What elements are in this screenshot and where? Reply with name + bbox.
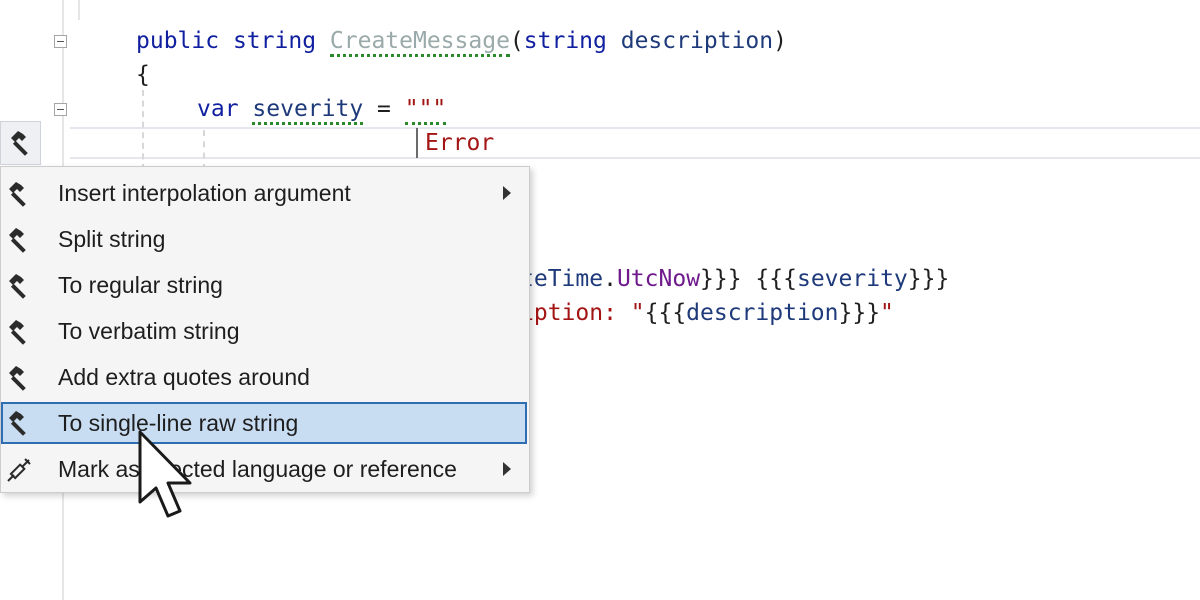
keyword: string — [232, 28, 317, 54]
menu-item-insert-interpolation-argument[interactable]: Insert interpolation argument — [1, 174, 527, 212]
menu-item-to-regular-string[interactable]: To regular string — [1, 266, 527, 304]
fold-collapse-icon[interactable] — [54, 35, 67, 48]
punctuation: }}} {{{ — [700, 266, 797, 292]
menu-item-label: To verbatim string — [58, 317, 240, 344]
hammer-icon — [9, 228, 26, 253]
mouse-cursor-icon — [138, 430, 192, 518]
punctuation: {{{ — [644, 300, 687, 326]
context-actions-button[interactable] — [0, 121, 41, 165]
keyword: public — [136, 28, 220, 54]
context-actions-menu: Insert interpolation argument Split stri… — [0, 166, 530, 493]
menu-item-label: To regular string — [58, 271, 223, 298]
indent-guide — [142, 90, 144, 170]
menu-item-label: Insert interpolation argument — [58, 179, 351, 206]
syringe-icon — [7, 458, 31, 482]
menu-item-label: Mark as injected language or reference — [58, 455, 457, 482]
variable-name: severity — [252, 96, 364, 125]
text-caret — [416, 128, 418, 158]
keyword: string — [523, 28, 607, 54]
menu-item-mark-as-injected-language[interactable]: Mark as injected language or reference — [1, 450, 527, 488]
hammer-icon — [9, 320, 26, 345]
hammer-icon — [9, 274, 26, 299]
punctuation: }}} — [838, 300, 881, 326]
menu-item-label: Split string — [58, 225, 166, 252]
hammer-icon — [9, 411, 26, 436]
punctuation: ) — [773, 28, 787, 54]
menu-item-split-string[interactable]: Split string — [1, 220, 527, 258]
method-name: CreateMessage — [329, 28, 510, 57]
code-line-3[interactable]: var severity = """ — [197, 92, 447, 126]
hammer-icon — [10, 131, 28, 156]
punctuation: }}} — [907, 266, 950, 292]
keyword: var — [197, 96, 239, 122]
menu-item-add-extra-quotes-around[interactable]: Add extra quotes around — [1, 358, 527, 396]
code-line-5[interactable]: teTime.UtcNow}}} {{{severity}}} — [520, 262, 949, 296]
fold-collapse-icon[interactable] — [54, 103, 67, 116]
current-line-highlight — [70, 127, 1200, 159]
punctuation: . — [603, 266, 617, 292]
menu-item-label: Add extra quotes around — [58, 363, 310, 390]
variable-name: severity — [796, 266, 908, 292]
brace: { — [136, 62, 150, 88]
gutter-divider — [78, 0, 80, 20]
variable-name: description — [686, 300, 839, 326]
indent-guide — [203, 130, 205, 170]
punctuation: ( — [509, 28, 524, 54]
type-name: teTime — [520, 266, 604, 292]
string-literal: Error — [425, 130, 495, 156]
parameter-name: description — [620, 28, 774, 54]
menu-item-to-single-line-raw-string[interactable]: To single-line raw string — [1, 402, 527, 444]
hammer-icon — [9, 366, 26, 391]
submenu-arrow-icon — [503, 186, 511, 200]
code-line-1[interactable]: public string CreateMessage(string descr… — [136, 24, 787, 58]
property-name: UtcNow — [616, 266, 701, 292]
menu-item-to-verbatim-string[interactable]: To verbatim string — [1, 312, 527, 350]
string-literal: """ — [404, 96, 447, 125]
code-line-2[interactable]: { — [136, 58, 150, 92]
string-literal: " — [880, 300, 894, 326]
string-literal: iption: " — [520, 300, 645, 326]
submenu-arrow-icon — [503, 462, 511, 476]
code-line-4[interactable]: Error — [425, 126, 494, 160]
hammer-icon — [9, 182, 26, 207]
operator: = — [363, 96, 405, 122]
code-line-6[interactable]: iption: "{{{description}}}" — [520, 296, 894, 330]
